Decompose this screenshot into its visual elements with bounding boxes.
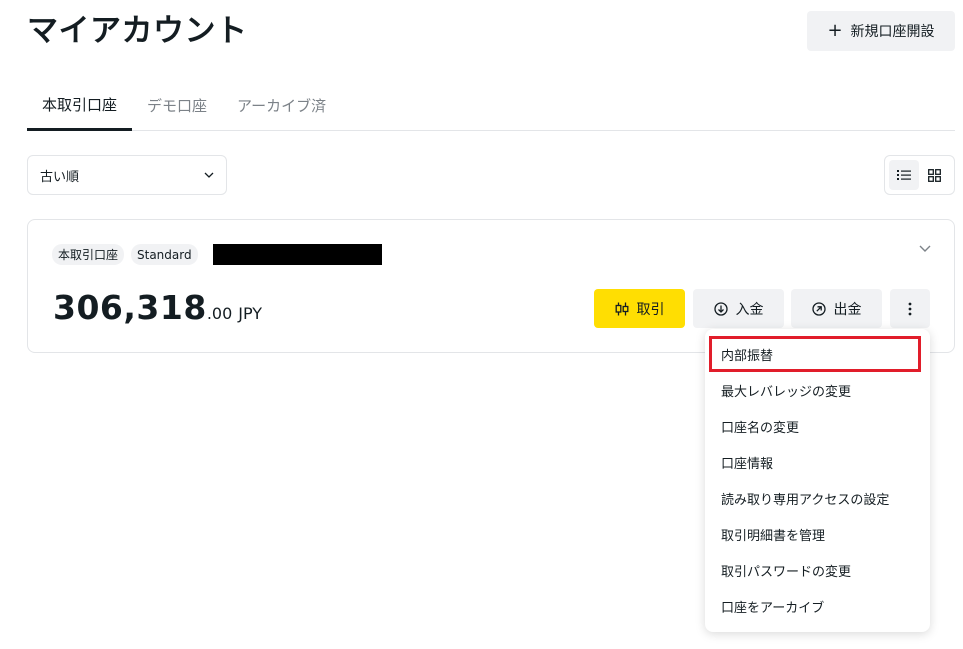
sort-select-value: 古い順 — [40, 169, 80, 185]
menu-item-internal-transfer[interactable]: 内部振替 — [705, 336, 930, 372]
page: マイアカウント + 新規口座開設 本取引口座 デモ口座 アーカイブ済 古い順 本… — [0, 0, 963, 649]
candlestick-icon — [615, 302, 628, 315]
new-account-label: 新規口座開設 — [850, 24, 935, 40]
sort-select[interactable]: 古い順 — [27, 155, 227, 195]
balance-decimal: .00 — [206, 304, 233, 323]
chevron-down-icon — [204, 172, 214, 178]
deposit-label: 入金 — [735, 301, 764, 318]
grid-icon — [928, 168, 942, 182]
trade-label: 取引 — [636, 301, 665, 318]
account-balance: 306,318 .00 JPY — [53, 288, 262, 327]
plus-icon: + — [827, 20, 843, 41]
list-icon — [897, 170, 912, 180]
tab-demo-accounts[interactable]: デモ口座 — [132, 80, 222, 130]
withdraw-button[interactable]: 出金 — [791, 289, 882, 328]
chevron-down-icon[interactable] — [918, 241, 932, 255]
tab-archived[interactable]: アーカイブ済 — [222, 80, 341, 130]
menu-item-change-leverage[interactable]: 最大レバレッジの変更 — [705, 372, 930, 408]
arrow-up-right-circle-icon — [811, 301, 826, 316]
balance-currency: JPY — [238, 304, 263, 323]
list-view-button[interactable] — [889, 160, 920, 190]
withdraw-label: 出金 — [833, 301, 862, 318]
redacted-account-id — [213, 244, 382, 265]
grid-view-button[interactable] — [920, 160, 950, 190]
menu-item-manage-statements[interactable]: 取引明細書を管理 — [705, 516, 930, 552]
deposit-button[interactable]: 入金 — [693, 289, 784, 328]
tab-live-accounts[interactable]: 本取引口座 — [27, 80, 133, 131]
account-tabs: 本取引口座 デモ口座 アーカイブ済 — [27, 80, 955, 131]
arrow-down-circle-icon — [713, 301, 728, 316]
menu-item-change-trading-password[interactable]: 取引パスワードの変更 — [705, 552, 930, 588]
page-title: マイアカウント — [27, 13, 248, 49]
more-vertical-icon — [908, 302, 912, 315]
account-type-badge: 本取引口座 — [52, 244, 125, 265]
menu-item-archive-account[interactable]: 口座をアーカイブ — [705, 588, 930, 624]
trade-button[interactable]: 取引 — [594, 289, 685, 328]
menu-item-rename-account[interactable]: 口座名の変更 — [705, 408, 930, 444]
new-account-button[interactable]: + 新規口座開設 — [807, 11, 955, 51]
view-toggle — [884, 155, 955, 195]
account-plan-badge: Standard — [131, 244, 198, 265]
account-options-menu: 内部振替 最大レバレッジの変更 口座名の変更 口座情報 読み取り専用アクセスの設… — [705, 329, 930, 632]
menu-item-read-only-access[interactable]: 読み取り専用アクセスの設定 — [705, 480, 930, 516]
more-options-button[interactable] — [890, 289, 930, 328]
balance-integer: 306,318 — [53, 288, 207, 327]
menu-item-account-info[interactable]: 口座情報 — [705, 444, 930, 480]
